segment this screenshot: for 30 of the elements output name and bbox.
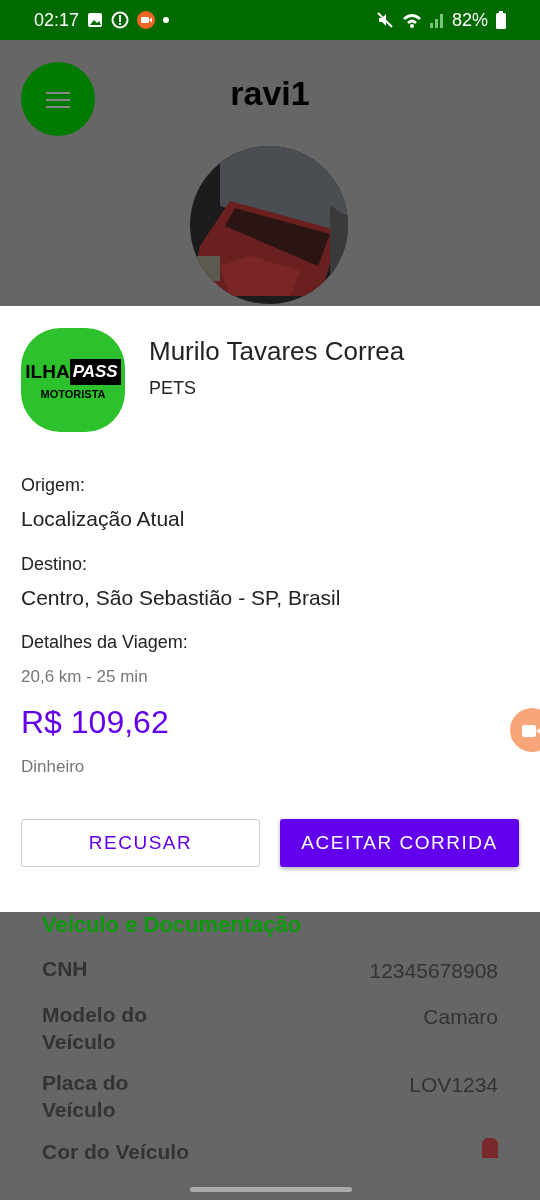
ride-category: PETS <box>149 377 197 400</box>
field-label: Detalhes da Viagem: <box>21 631 189 654</box>
passenger-name: Murilo Tavares Correa <box>149 335 405 368</box>
alert-icon <box>111 11 130 29</box>
section-title: Veículo e Documentação <box>42 912 303 939</box>
wifi-icon <box>401 11 422 29</box>
trip-distance-time: 20,6 km - 25 min <box>21 666 149 688</box>
payment-method: Dinheiro <box>21 755 86 778</box>
decline-button[interactable]: RECUSAR <box>21 819 260 867</box>
battery-percent: 82% <box>451 8 488 32</box>
field-value: Localização Atual <box>21 506 186 532</box>
signal-icon <box>429 12 444 28</box>
field-value: Centro, São Sebastião - SP, Brasil <box>21 584 342 611</box>
logo-text: PASS <box>69 359 121 385</box>
profile-title: ravi1 <box>230 73 310 114</box>
home-indicator[interactable] <box>190 1187 352 1192</box>
trip-price: R$ 109,62 <box>21 702 170 742</box>
menu-icon <box>46 91 70 108</box>
field-label: Destino: <box>21 552 89 576</box>
dot-icon <box>163 17 170 23</box>
mute-icon <box>375 11 394 29</box>
image-icon <box>87 12 104 28</box>
logo-subtitle: MOTORISTA <box>40 387 106 402</box>
accept-button[interactable]: ACEITAR CORRIDA <box>280 819 519 867</box>
camera-icon <box>522 723 540 738</box>
logo-text: ILHA <box>25 359 70 384</box>
battery-icon <box>496 11 506 29</box>
status-time: 02:17 <box>34 8 80 32</box>
recorder-icon <box>137 11 156 29</box>
field-label: Origem: <box>21 474 86 497</box>
